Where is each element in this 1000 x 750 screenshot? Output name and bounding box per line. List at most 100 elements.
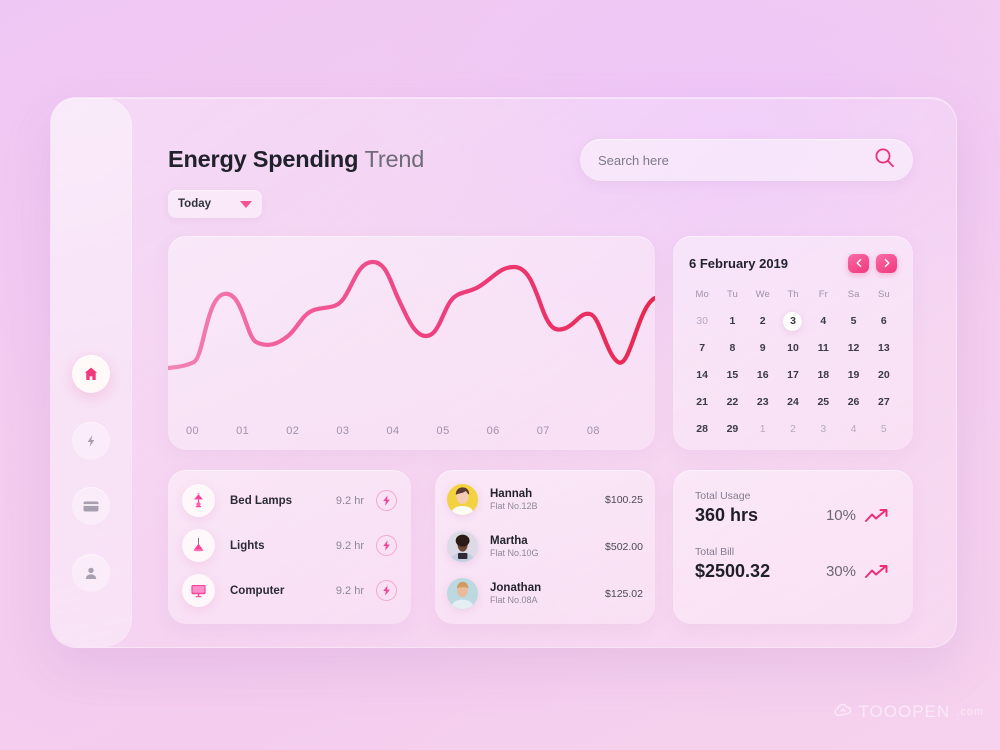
calendar-day[interactable]: 20 [869, 366, 899, 385]
device-name: Bed Lamps [230, 494, 292, 507]
sidebar-item-billing[interactable] [72, 487, 110, 525]
calendar-day[interactable]: 13 [869, 339, 899, 358]
calendar-day[interactable]: 2 [748, 312, 778, 331]
calendar-day[interactable]: 14 [687, 366, 717, 385]
x-tick: 01 [236, 425, 250, 437]
calendar-day[interactable]: 3 [808, 420, 838, 439]
calendar-day[interactable]: 4 [808, 312, 838, 331]
calendar-dow: We [755, 289, 770, 300]
x-tick: 08 [586, 425, 600, 437]
search-input[interactable] [598, 152, 874, 168]
x-tick: 02 [286, 425, 300, 437]
sidebar-item-energy[interactable] [72, 422, 110, 460]
calendar-day[interactable]: 15 [717, 366, 747, 385]
resident-row[interactable]: Martha Flat No.10G $502.00 [447, 523, 643, 570]
devices-card: Bed Lamps 9.2 hr Lights 9.2 hr Computer … [168, 470, 411, 624]
calendar-day[interactable]: 19 [838, 366, 868, 385]
device-row[interactable]: Lights 9.2 hr [182, 523, 397, 568]
bolt-icon[interactable] [376, 580, 397, 601]
x-tick: 06 [486, 425, 500, 437]
resident-info: Hannah Flat No.12B [490, 488, 538, 511]
avatar [447, 531, 478, 562]
table-lamp-icon [182, 484, 215, 517]
calendar-day[interactable]: 22 [717, 393, 747, 412]
calendar-day[interactable]: 8 [717, 339, 747, 358]
resident-row[interactable]: Jonathan Flat No.08A $125.02 [447, 570, 643, 617]
energy-bolt-icon [84, 434, 98, 448]
x-tick: 04 [386, 425, 400, 437]
calendar-day[interactable]: 16 [748, 366, 778, 385]
calendar-day[interactable]: 2 [778, 420, 808, 439]
resident-row[interactable]: Hannah Flat No.12B $100.25 [447, 476, 643, 523]
calendar-day[interactable]: 5 [838, 312, 868, 331]
calendar-day[interactable]: 4 [838, 420, 868, 439]
home-icon [83, 366, 99, 382]
calendar-dow: Sa [847, 289, 860, 300]
avatar [447, 578, 478, 609]
calendar-day[interactable]: 25 [808, 393, 838, 412]
calendar-day[interactable]: 18 [808, 366, 838, 385]
calendar-day[interactable]: 24 [778, 393, 808, 412]
calendar-day[interactable]: 10 [778, 339, 808, 358]
calendar-day[interactable]: 21 [687, 393, 717, 412]
sidebar-item-profile[interactable] [72, 554, 110, 592]
search-bar[interactable] [580, 139, 913, 181]
sidebar-item-home[interactable] [72, 355, 110, 393]
calendar-day[interactable]: 30 [687, 312, 717, 331]
calendar-title: 6 February 2019 [689, 256, 789, 271]
x-tick: 00 [186, 425, 200, 437]
calendar-prev-button[interactable] [848, 254, 869, 273]
stat-value: $2500.32 [695, 561, 771, 581]
calendar-day[interactable]: 29 [717, 420, 747, 439]
calendar-grid: Mo Tu We Th Fr Sa Su 30 1 2 3 4 5 6 7 8 … [687, 289, 899, 439]
calendar-next-button[interactable] [876, 254, 897, 273]
watermark: TOOOPEN .com [834, 702, 984, 722]
calendar-day[interactable]: 17 [778, 366, 808, 385]
calendar-day[interactable]: 1 [717, 312, 747, 331]
device-time: 9.2 hr [335, 539, 364, 552]
calendar-day[interactable]: 1 [748, 420, 778, 439]
resident-name: Jonathan [490, 582, 542, 594]
device-time: 9.2 hr [335, 584, 364, 597]
energy-trend-chart [168, 259, 655, 371]
calendar-day[interactable]: 6 [869, 312, 899, 331]
device-row[interactable]: Bed Lamps 9.2 hr [182, 478, 397, 523]
resident-flat: Flat No.10G [490, 548, 539, 558]
calendar-day[interactable]: 11 [808, 339, 838, 358]
resident-amount: $100.25 [605, 493, 643, 506]
bolt-icon[interactable] [376, 490, 397, 511]
calendar-dow: Th [787, 289, 799, 300]
calendar-day[interactable]: 28 [687, 420, 717, 439]
x-tick: 05 [436, 425, 450, 437]
summary-stats-card: Total Usage 360 hrs 10% Total Bill $2500… [673, 470, 913, 624]
chevron-down-icon [240, 200, 252, 208]
stat-label: Total Usage [695, 490, 751, 502]
calendar-dow: Mo [695, 289, 709, 300]
bolt-icon[interactable] [376, 535, 397, 556]
calendar-day-selected[interactable]: 3 [778, 312, 808, 331]
calendar-day[interactable]: 7 [687, 339, 717, 358]
device-name: Lights [230, 539, 265, 552]
card-icon [83, 500, 99, 513]
calendar-day[interactable]: 12 [838, 339, 868, 358]
calendar-dow: Su [878, 289, 890, 300]
chevron-left-icon [855, 255, 863, 273]
calendar-day[interactable]: 5 [869, 420, 899, 439]
calendar-day[interactable]: 26 [838, 393, 868, 412]
period-dropdown[interactable]: Today [168, 190, 262, 218]
period-dropdown-value: Today [178, 198, 212, 210]
resident-amount: $502.00 [605, 540, 643, 553]
search-icon[interactable] [874, 147, 895, 173]
watermark-suffix: .com [956, 706, 984, 718]
device-time: 9.2 hr [335, 494, 364, 507]
device-name: Computer [230, 584, 285, 597]
calendar-day[interactable]: 27 [869, 393, 899, 412]
monitor-icon [182, 574, 215, 607]
x-tick: 07 [536, 425, 550, 437]
calendar-header: 6 February 2019 [687, 254, 899, 273]
device-row[interactable]: Computer 9.2 hr [182, 568, 397, 613]
resident-flat: Flat No.12B [490, 501, 538, 511]
calendar-day[interactable]: 23 [748, 393, 778, 412]
calendar-day[interactable]: 9 [748, 339, 778, 358]
chart-x-axis: 00 01 02 03 04 05 06 07 08 [168, 425, 655, 437]
